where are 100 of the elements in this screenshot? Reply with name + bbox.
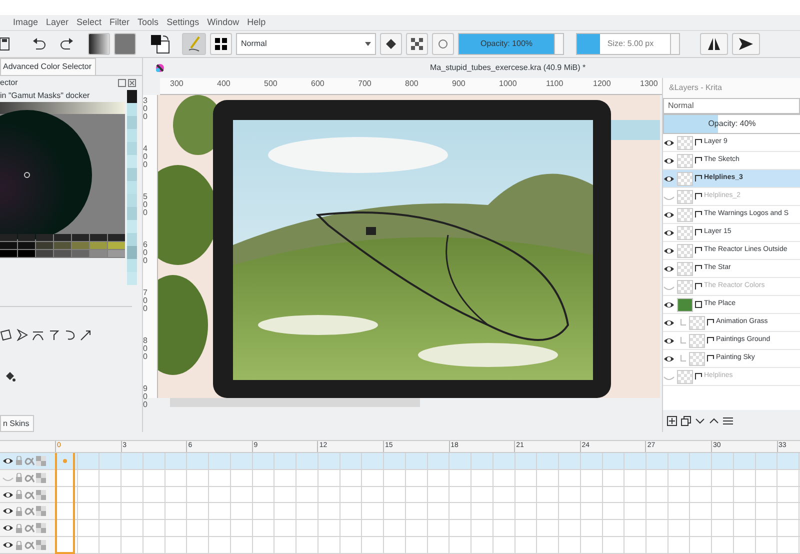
- layer-thumbnail: [689, 316, 705, 330]
- ruler-label: 800: [143, 337, 148, 363]
- opacity-slider[interactable]: Opacity: 100%: [458, 33, 555, 55]
- layer-type-icon: [695, 157, 702, 164]
- ruler-label: 900: [143, 385, 148, 411]
- ruler-label: 600: [311, 78, 326, 90]
- menu-item[interactable]: Image: [13, 15, 44, 30]
- layer-type-icon: [695, 193, 702, 200]
- layer-thumbnail: [677, 244, 693, 258]
- layer-thumbnail: [677, 262, 693, 276]
- alpha-button[interactable]: [406, 33, 428, 55]
- layer-thumbnail: [677, 298, 693, 312]
- layer-type-icon: [707, 319, 714, 326]
- reload-icon: [437, 38, 449, 50]
- ruler-label: 1200: [593, 78, 612, 90]
- mirror-button[interactable]: [700, 33, 728, 55]
- close-icon[interactable]: [128, 79, 136, 87]
- gradient-button[interactable]: [88, 33, 110, 55]
- blend-mode-dropdown[interactable]: Normal: [236, 33, 376, 55]
- layer-thumbnail: [677, 226, 693, 240]
- folder-icon: [695, 301, 702, 308]
- checker-icon[interactable]: [36, 523, 46, 534]
- menu-item[interactable]: Window: [207, 15, 246, 30]
- eraser-button[interactable]: [380, 33, 402, 55]
- layer-thumbnail: [677, 280, 693, 294]
- menu-item[interactable]: Select: [76, 15, 108, 30]
- alpha-icon[interactable]: [24, 490, 35, 500]
- layer-thumbnail: [689, 334, 705, 348]
- color-history-strip[interactable]: [127, 90, 137, 285]
- ruler-label: 300: [170, 78, 184, 90]
- add-icon[interactable]: [667, 416, 677, 426]
- ruler-label: 800: [405, 78, 420, 90]
- float-icon[interactable]: [118, 79, 126, 87]
- shape-tool-icon[interactable]: [64, 329, 76, 341]
- blend-mode-dropdown[interactable]: Normal: [663, 98, 800, 114]
- scrollbar[interactable]: [170, 398, 420, 407]
- docker-tab[interactable]: Advanced Color Selector: [0, 58, 96, 75]
- eraser-icon: [385, 38, 397, 50]
- reload-button[interactable]: [432, 33, 454, 55]
- menu-item[interactable]: Layer: [46, 15, 75, 30]
- shape-tool-icon[interactable]: [80, 329, 92, 341]
- wrap-button[interactable]: [732, 33, 760, 55]
- menu-item[interactable]: Help: [247, 15, 272, 30]
- ruler-label: 400: [143, 145, 148, 171]
- fill-bucket-icon[interactable]: [4, 371, 16, 383]
- layer-thumbnail: [677, 136, 693, 150]
- hint-text: in "Gamut Masks" docker: [0, 90, 91, 102]
- checker-icon[interactable]: [36, 506, 46, 516]
- menu-item[interactable]: Filter: [110, 15, 136, 30]
- layer-thumbnail: [677, 154, 693, 168]
- alpha-icon[interactable]: [24, 540, 35, 550]
- layer-type-icon: [707, 355, 714, 362]
- shape-tool-icon[interactable]: [48, 329, 60, 341]
- undo-icon[interactable]: [32, 37, 46, 51]
- docker-title: ector: [0, 77, 18, 89]
- ruler-label: 500: [143, 193, 148, 219]
- ruler-label: 700: [358, 78, 372, 90]
- brush-icon: [187, 36, 201, 52]
- layer-type-icon: [695, 211, 702, 218]
- shape-tool-icon[interactable]: [32, 329, 44, 341]
- docker-tab[interactable]: n Skins: [0, 415, 34, 432]
- opacity-slider[interactable]: Opacity: 40%: [663, 114, 800, 134]
- color-swap-icon[interactable]: [150, 34, 170, 54]
- ruler-label: 700: [143, 289, 148, 315]
- checker-icon: [411, 38, 423, 50]
- ruler-label: 300: [143, 97, 148, 123]
- ruler-label: 1000: [499, 78, 518, 90]
- layer-thumbnail: [677, 208, 693, 222]
- size-slider[interactable]: Size: 5.00 px: [576, 33, 671, 55]
- grid-button[interactable]: [210, 33, 232, 55]
- layer-type-icon: [695, 139, 702, 146]
- layer-type-icon: [695, 283, 702, 290]
- shape-tool-icon[interactable]: [16, 329, 28, 341]
- checker-icon[interactable]: [36, 540, 46, 550]
- shape-tool-icon[interactable]: [0, 329, 12, 341]
- ruler-label: 400: [217, 78, 232, 90]
- checker-icon[interactable]: [36, 472, 46, 483]
- mirror-icon: [707, 37, 721, 51]
- document-title[interactable]: Ma_stupid_tubes_exercese.kra (40.9 MiB) *: [430, 62, 586, 74]
- save-icon[interactable]: [0, 37, 10, 51]
- layer-type-icon: [695, 373, 702, 380]
- chevron-up-icon[interactable]: [709, 416, 719, 426]
- redo-icon[interactable]: [60, 37, 74, 51]
- layer-thumbnail: [677, 370, 693, 384]
- layer-type-icon: [695, 229, 702, 236]
- alpha-icon[interactable]: [24, 506, 35, 516]
- sliders-icon[interactable]: [723, 416, 733, 426]
- menu-item[interactable]: Tools: [138, 15, 165, 30]
- layer-type-icon: [695, 247, 702, 254]
- layer-thumbnail: [677, 172, 693, 186]
- grid-icon: [215, 38, 227, 50]
- alpha-icon[interactable]: [24, 523, 35, 534]
- krita-logo-icon: [155, 63, 165, 73]
- duplicate-icon[interactable]: [681, 416, 691, 426]
- menu-item[interactable]: Settings: [166, 15, 206, 30]
- checker-icon[interactable]: [36, 456, 46, 466]
- chevron-down-icon[interactable]: [695, 416, 705, 426]
- checker-icon[interactable]: [36, 490, 46, 500]
- alpha-icon[interactable]: [24, 472, 35, 483]
- ruler-label: 1100: [546, 78, 564, 90]
